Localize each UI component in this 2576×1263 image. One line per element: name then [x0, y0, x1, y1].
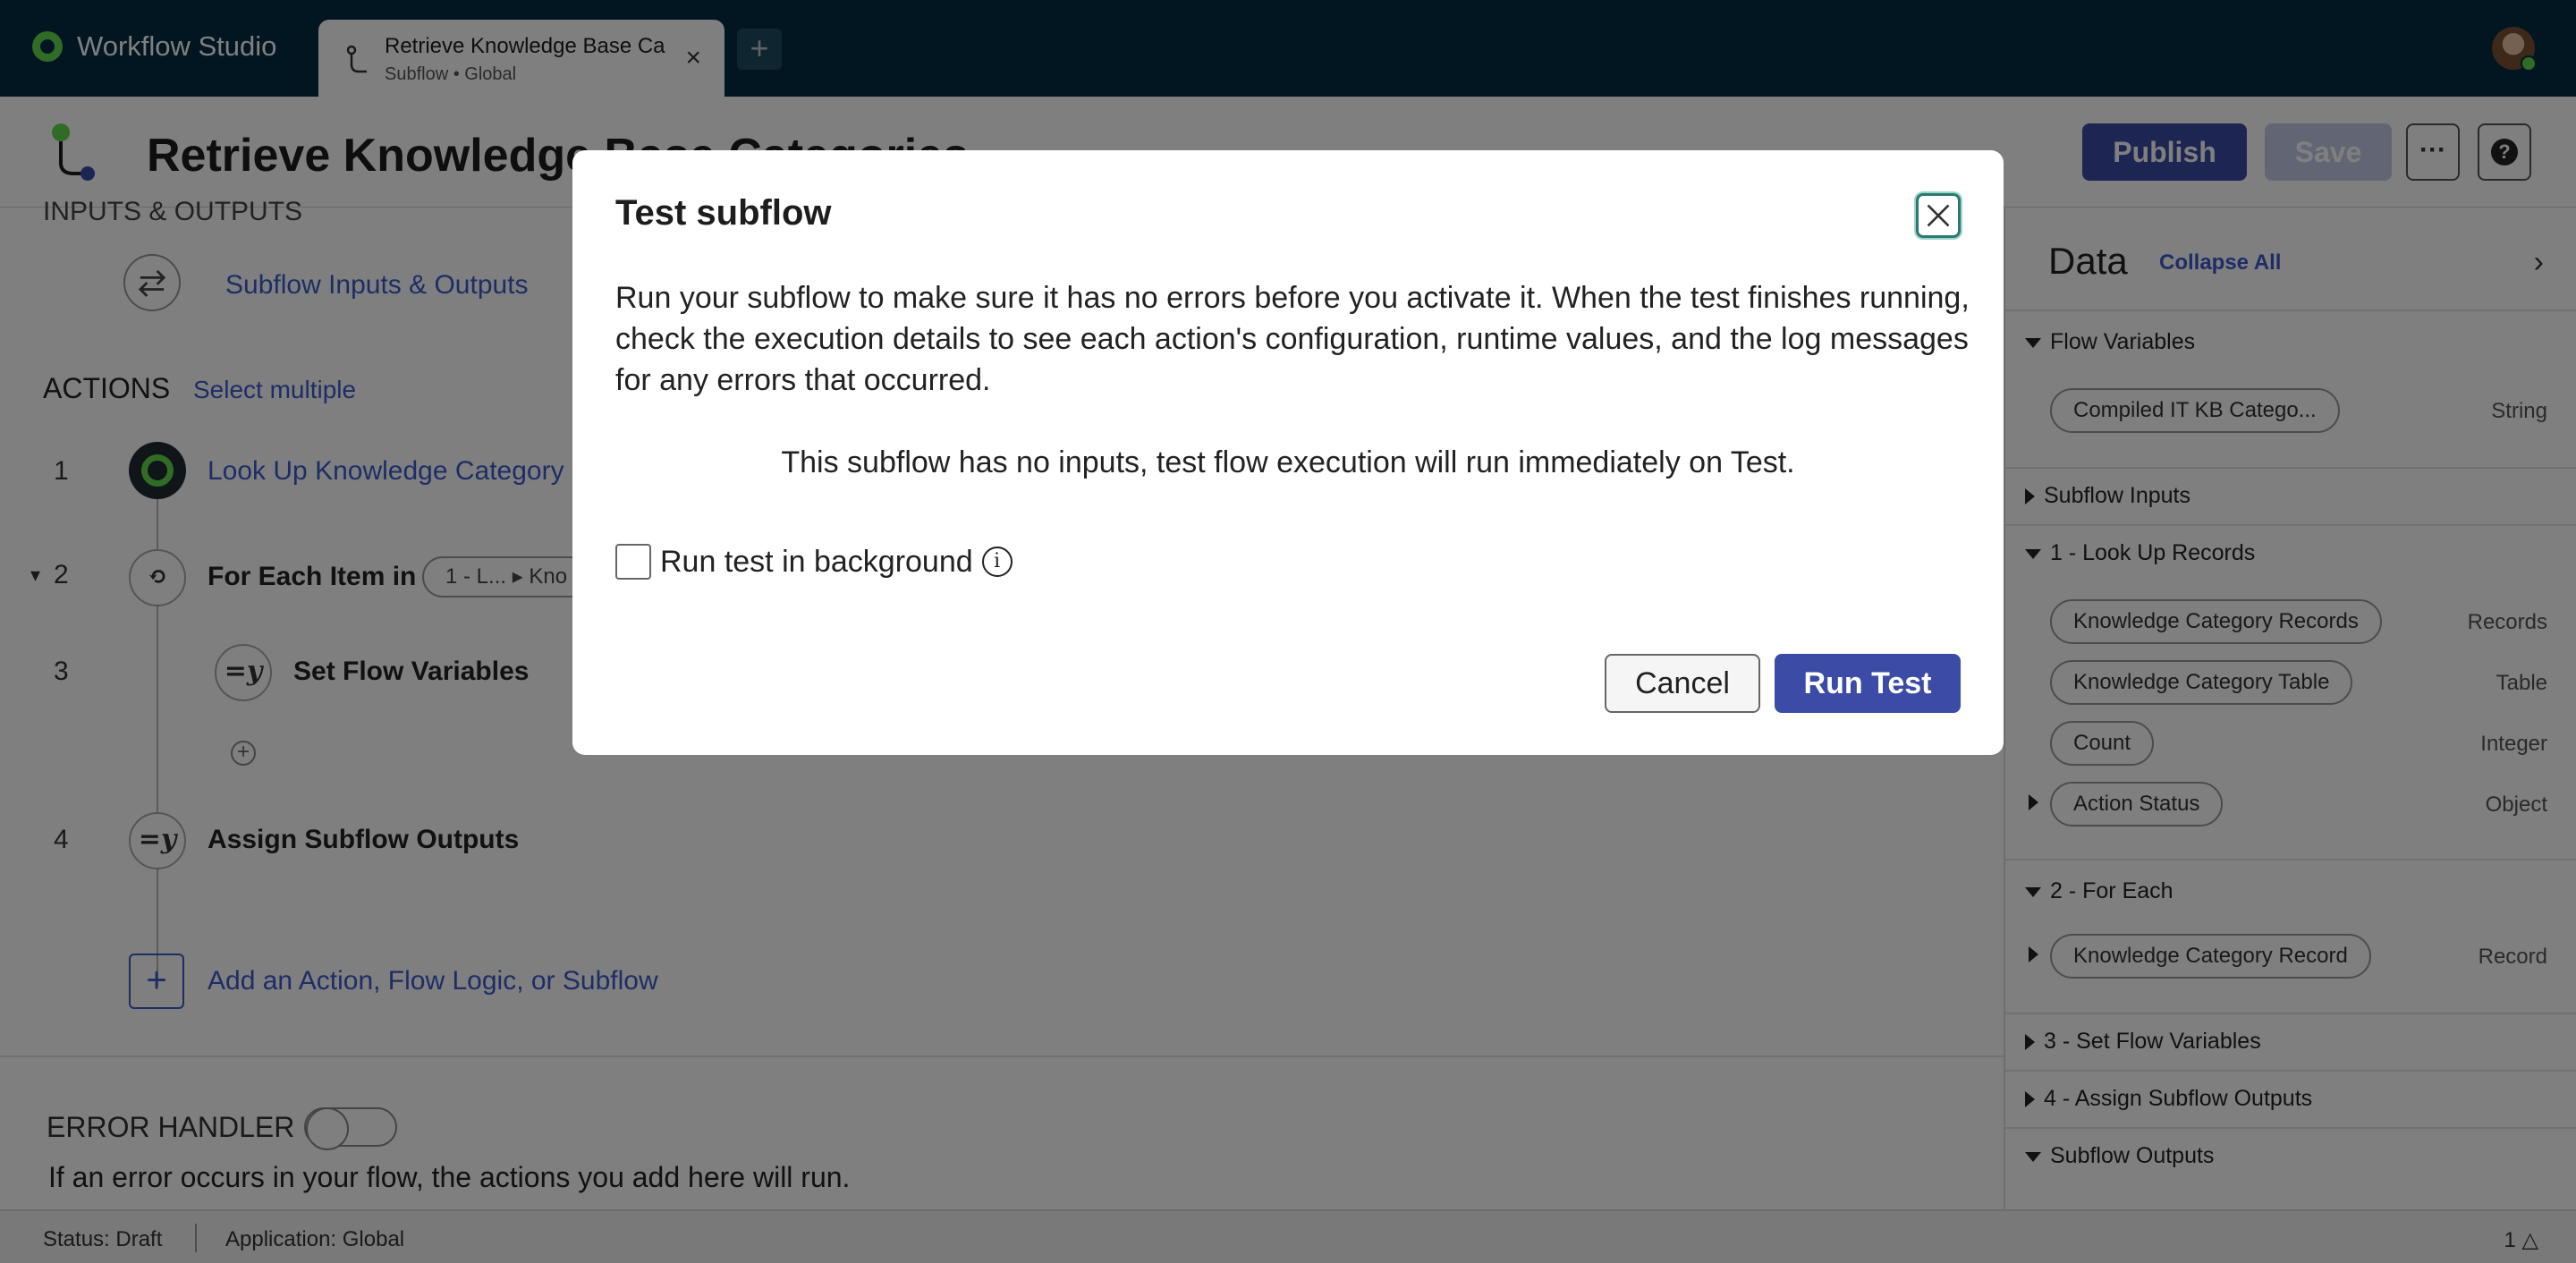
no-inputs-message: This subflow has no inputs, test flow ex…	[781, 445, 1795, 479]
test-subflow-modal: Test subflow Run your subflow to make su…	[572, 150, 2004, 755]
run-test-button[interactable]: Run Test	[1775, 654, 1961, 713]
info-icon[interactable]: i	[981, 547, 1013, 577]
run-in-background-row: Run test in background i	[615, 544, 1013, 580]
modal-description: Run your subflow to make sure it has no …	[615, 281, 1970, 397]
run-in-background-label[interactable]: Run test in background	[660, 545, 973, 580]
run-in-background-checkbox[interactable]	[615, 544, 651, 580]
modal-title: Test subflow	[615, 193, 832, 233]
close-icon[interactable]	[1916, 193, 1961, 238]
cancel-button[interactable]: Cancel	[1605, 654, 1760, 713]
